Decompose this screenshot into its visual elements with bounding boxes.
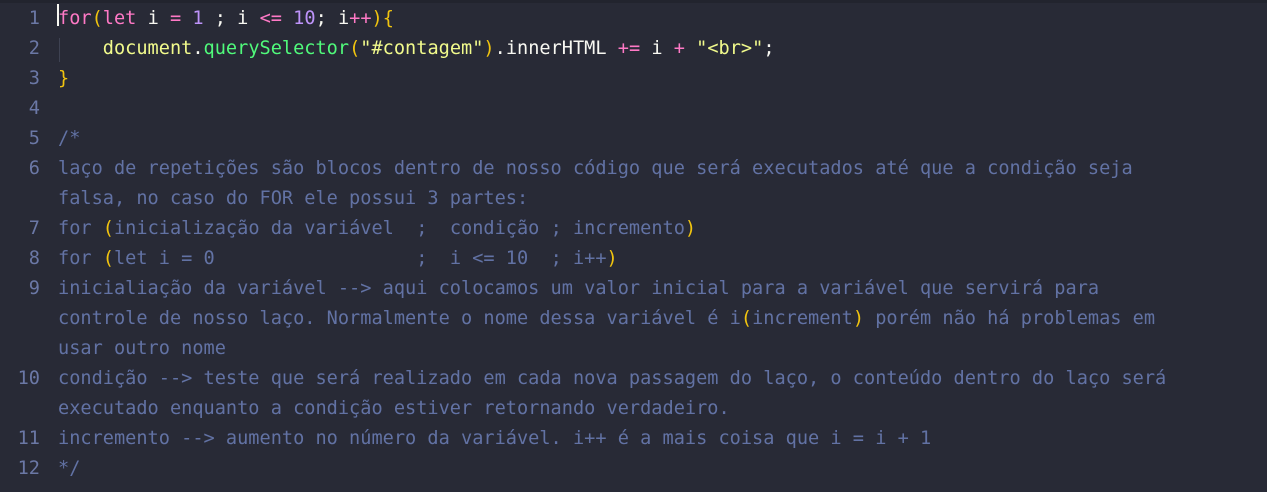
code-token: .innerHTML xyxy=(494,38,618,59)
code-token: "#contagem" xyxy=(360,38,484,59)
code-token: { xyxy=(382,8,394,29)
line-code: usar outro nome xyxy=(58,334,226,364)
code-token: porém não há problemas em xyxy=(864,308,1156,329)
code-token: ; i xyxy=(315,8,350,29)
code-token: ) xyxy=(684,218,697,239)
line-number: 10 xyxy=(17,368,40,389)
code-token: "<br>" xyxy=(696,38,764,59)
code-token: /* xyxy=(58,128,81,149)
code-token: for xyxy=(58,248,103,269)
code-token: laço de repetições são blocos dentro de … xyxy=(58,158,1133,179)
code-token: 10 xyxy=(293,8,316,29)
code-line[interactable]: 4 xyxy=(0,94,1267,124)
code-line[interactable]: 6 laço de repetições são blocos dentro de… xyxy=(0,154,1267,184)
code-line[interactable]: 9 inicialiação da variável --> aqui coloc… xyxy=(0,274,1267,304)
code-lines: 1 for(let i = 1 ; i <= 10; i++){2 documen… xyxy=(0,4,1267,484)
line-number: 4 xyxy=(28,98,40,119)
code-line[interactable]: falsa, no caso do FOR ele possui 3 parte… xyxy=(0,184,1267,214)
code-token: executado enquanto a condição estiver re… xyxy=(58,398,730,419)
code-token: falsa, no caso do FOR ele possui 3 parte… xyxy=(58,188,529,209)
line-number: 5 xyxy=(28,128,40,149)
code-token: + xyxy=(673,38,685,59)
code-token: ; i xyxy=(203,8,260,29)
code-token: incremento --> aumento no número da vari… xyxy=(58,428,932,449)
code-line[interactable]: 2 document.querySelector("#contagem").in… xyxy=(0,34,1267,64)
code-token: for xyxy=(58,8,92,29)
code-token: for xyxy=(58,218,103,239)
line-number: 12 xyxy=(17,458,40,479)
line-code: condição --> teste que será realizado em… xyxy=(58,364,1166,394)
code-token: . xyxy=(192,38,204,59)
line-number: 8 xyxy=(28,248,40,269)
line-code: inicialiação da variável --> aqui coloca… xyxy=(58,274,1099,304)
code-line[interactable]: 10 condição --> teste que será realizado … xyxy=(0,364,1267,394)
code-token: querySelector xyxy=(203,38,350,59)
code-line[interactable]: 3} xyxy=(0,64,1267,94)
line-code: for (inicialização da variável ; condiçã… xyxy=(58,214,696,244)
line-number: 7 xyxy=(28,218,40,239)
line-code: laço de repetições são blocos dentro de … xyxy=(58,154,1133,184)
code-token: ( xyxy=(349,38,361,59)
code-token: let i = 0 ; i <= 10 ; i++ xyxy=(113,248,607,269)
line-code: } xyxy=(58,64,69,94)
code-token: condição --> teste que será realizado em… xyxy=(58,368,1167,389)
code-token: ; xyxy=(763,38,775,59)
line-code: for (let i = 0 ; i <= 10 ; i++) xyxy=(58,244,618,274)
line-code: incremento --> aumento no número da vari… xyxy=(58,424,931,454)
code-token: ( xyxy=(740,308,753,329)
code-line[interactable]: 7 for (inicialização da variável ; condiç… xyxy=(0,214,1267,244)
code-token: i xyxy=(640,38,674,59)
code-token: usar outro nome xyxy=(58,338,226,359)
code-token: ++ xyxy=(349,8,372,29)
line-number: 2 xyxy=(28,38,40,59)
code-line[interactable]: usar outro nome xyxy=(0,334,1267,364)
line-number: 11 xyxy=(17,428,40,449)
code-editor[interactable]: 1 for(let i = 1 ; i <= 10; i++){2 documen… xyxy=(0,0,1267,492)
code-line[interactable]: controle de nosso laço. Normalmente o no… xyxy=(0,304,1267,334)
line-code: falsa, no caso do FOR ele possui 3 parte… xyxy=(58,184,528,214)
code-token: inicialiação da variável --> aqui coloca… xyxy=(58,278,1100,299)
code-token: inicialização da variável ; condição ; i… xyxy=(113,218,685,239)
editor-top-edge xyxy=(0,0,1267,3)
code-line[interactable]: 8 for (let i = 0 ; i <= 10 ; i++) xyxy=(0,244,1267,274)
code-token: ) xyxy=(852,308,865,329)
code-token: ) xyxy=(371,8,383,29)
code-token: ( xyxy=(102,218,114,239)
line-code: controle de nosso laço. Normalmente o no… xyxy=(58,304,1155,334)
code-token: ( xyxy=(102,248,114,269)
code-token: ( xyxy=(91,8,103,29)
code-line[interactable]: executado enquanto a condição estiver re… xyxy=(0,394,1267,424)
code-token: <= xyxy=(259,8,282,29)
code-line[interactable]: 5 /* xyxy=(0,124,1267,154)
code-token: += xyxy=(617,38,641,59)
line-code: for(let i = 1 ; i <= 10; i++){ xyxy=(58,4,394,34)
code-token: controle de nosso laço. Normalmente o no… xyxy=(58,308,741,329)
code-line[interactable]: 12 */ xyxy=(0,454,1267,484)
line-number: 3 xyxy=(28,68,40,89)
code-line[interactable]: 11 incremento --> aumento no número da va… xyxy=(0,424,1267,454)
code-line[interactable]: 1 for(let i = 1 ; i <= 10; i++){ xyxy=(0,4,1267,34)
line-code: */ xyxy=(58,454,80,484)
code-token: increment xyxy=(752,308,853,329)
code-token: 1 xyxy=(192,8,204,29)
line-number: 1 xyxy=(28,8,40,29)
line-number: 9 xyxy=(28,278,40,299)
code-token: document xyxy=(102,38,193,59)
text-cursor xyxy=(57,4,59,26)
line-code: document.querySelector("#contagem").inne… xyxy=(58,34,775,64)
code-token: */ xyxy=(58,458,81,479)
code-token: = xyxy=(169,8,182,29)
code-token: ) xyxy=(606,248,618,269)
code-token: } xyxy=(58,68,70,89)
code-token: ) xyxy=(483,38,495,59)
line-number: 6 xyxy=(28,158,40,179)
code-token: let xyxy=(102,8,137,29)
line-code: executado enquanto a condição estiver re… xyxy=(58,394,730,424)
code-token: i xyxy=(136,8,170,29)
line-code: /* xyxy=(58,124,80,154)
